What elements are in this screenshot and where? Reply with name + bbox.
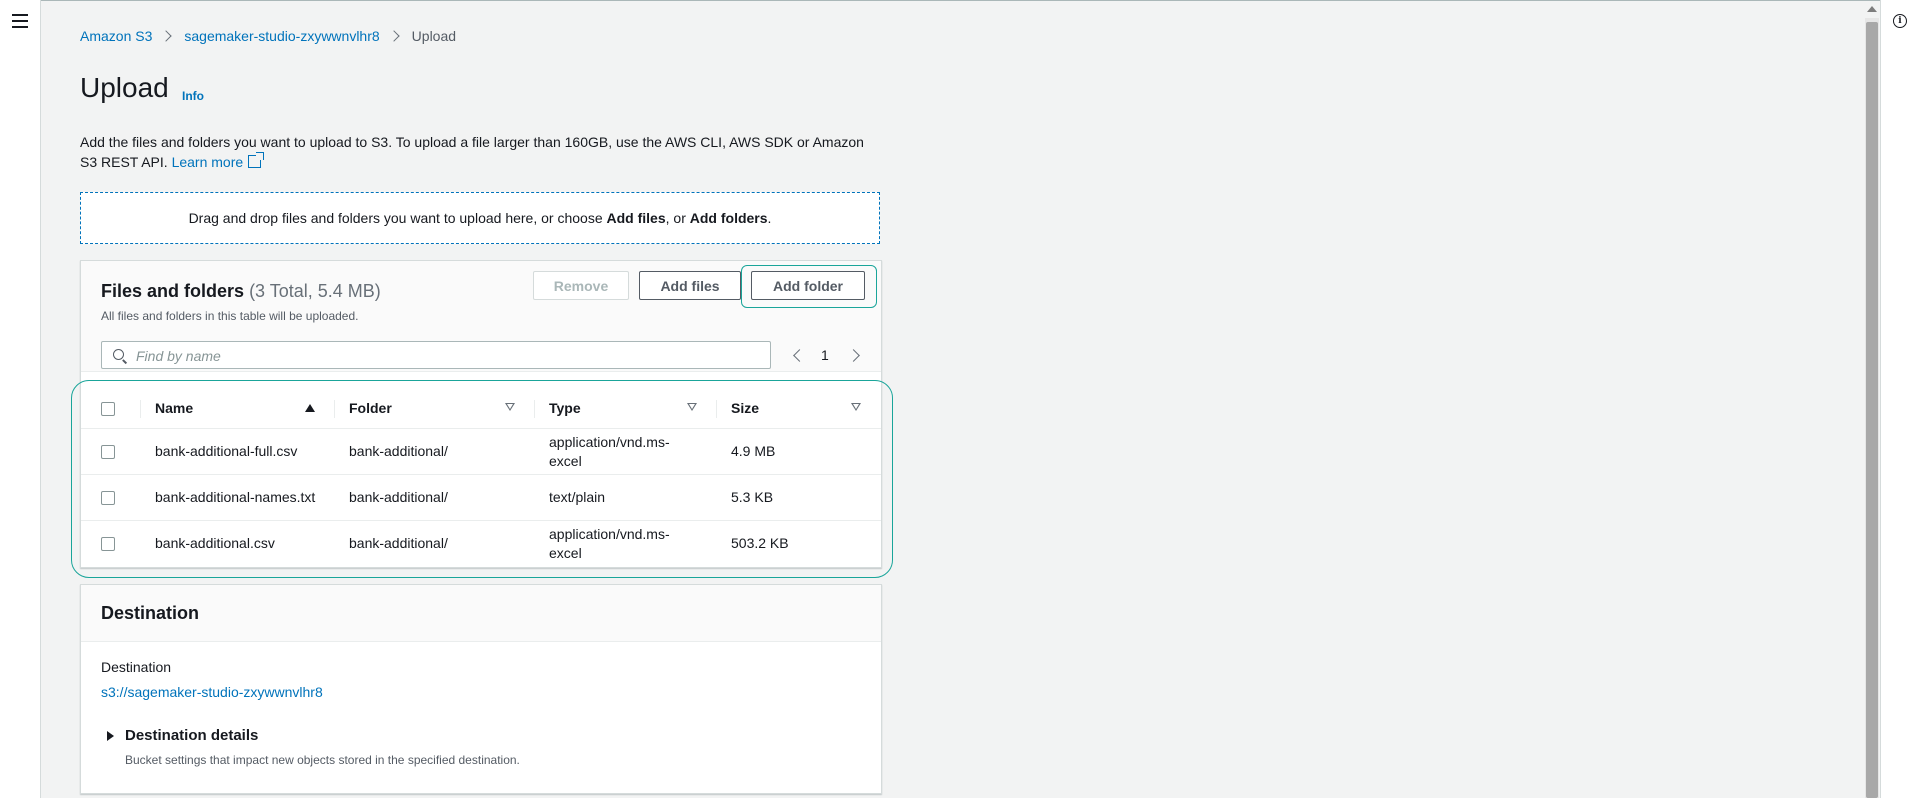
destination-label: Destination bbox=[101, 659, 172, 675]
files-panel-subtitle: All files and folders in this table will… bbox=[101, 309, 359, 323]
destination-header bbox=[81, 585, 881, 642]
search-box[interactable] bbox=[101, 341, 771, 369]
page-title: Upload bbox=[80, 72, 169, 103]
breadcrumb-bucket[interactable]: sagemaker-studio-zxywwnvlhr8 bbox=[184, 28, 379, 44]
files-table: Name Folder Type Size bank-additional-fu… bbox=[81, 388, 881, 566]
files-count: (3 Total, 5.4 MB) bbox=[249, 281, 381, 301]
select-all-checkbox[interactable] bbox=[101, 402, 115, 417]
add-folder-button[interactable]: Add folder bbox=[751, 271, 865, 300]
column-header-size[interactable]: Size bbox=[717, 388, 881, 429]
left-navigation-bar bbox=[0, 0, 41, 798]
column-header-folder[interactable]: Folder bbox=[335, 388, 535, 429]
search-input[interactable] bbox=[134, 345, 758, 367]
cell-name: bank-additional-names.txt bbox=[141, 474, 335, 521]
cell-type: text/plain bbox=[535, 474, 717, 521]
row-checkbox-cell bbox=[81, 521, 141, 567]
hamburger-menu-icon[interactable] bbox=[12, 14, 28, 28]
page-description: Add the files and folders you want to up… bbox=[80, 132, 880, 172]
cell-type: application/vnd.ms-excel bbox=[549, 525, 670, 561]
destination-title: Destination bbox=[101, 603, 200, 623]
cell-folder: bank-additional/ bbox=[349, 535, 448, 551]
table-header-row: Name Folder Type Size bbox=[81, 388, 881, 429]
cell-type: application/vnd.ms-excel bbox=[535, 428, 717, 475]
cell-name: bank-additional-full.csv bbox=[141, 428, 335, 475]
info-circle-icon[interactable]: i bbox=[1893, 14, 1907, 28]
top-border bbox=[0, 0, 1920, 1]
page-number[interactable]: 1 bbox=[821, 347, 829, 363]
scrollbar-thumb[interactable] bbox=[1866, 22, 1878, 798]
learn-more-label: Learn more bbox=[171, 154, 244, 170]
table-row: bank-additional-names.txt bank-additiona… bbox=[81, 474, 881, 521]
learn-more-link[interactable]: Learn more bbox=[171, 152, 265, 170]
breadcrumb: Amazon S3 sagemaker-studio-zxywwnvlhr8 Upl… bbox=[80, 28, 456, 44]
row-checkbox[interactable] bbox=[101, 491, 115, 506]
destination-uri-link[interactable]: s3://sagemaker-studio-zxywwnvlhr8 bbox=[101, 684, 323, 700]
right-tools-bar: i bbox=[1880, 0, 1920, 798]
cell-folder: bank-additional/ bbox=[335, 474, 535, 521]
external-link-icon bbox=[248, 152, 265, 168]
scrollbar-up-arrow-icon[interactable] bbox=[1867, 6, 1877, 12]
cell-name: bank-additional.csv bbox=[155, 535, 275, 551]
sort-icon bbox=[505, 403, 515, 411]
files-and-folders-panel: Files and folders (3 Total, 5.4 MB) All … bbox=[71, 260, 893, 578]
breadcrumb-current: Upload bbox=[411, 28, 457, 44]
sort-icon bbox=[687, 403, 697, 411]
chevron-right-icon bbox=[388, 30, 400, 42]
destination-details-description: Bucket settings that impact new objects … bbox=[125, 753, 520, 767]
caret-right-icon bbox=[107, 731, 114, 741]
breadcrumb-amazon-s3[interactable]: Amazon S3 bbox=[80, 28, 152, 44]
chevron-right-icon bbox=[160, 30, 173, 42]
files-panel-title: Files and folders (3 Total, 5.4 MB) bbox=[101, 281, 381, 301]
drag-and-drop-zone[interactable]: Drag and drop files and folders you want… bbox=[80, 192, 880, 244]
row-checkbox-cell bbox=[81, 474, 141, 521]
table-row: bank-additional-full.csv bank-additional… bbox=[81, 428, 881, 475]
row-checkbox-cell bbox=[81, 428, 141, 475]
column-header-name[interactable]: Name bbox=[141, 388, 335, 429]
add-files-button[interactable]: Add files bbox=[639, 271, 741, 300]
cell-folder: bank-additional/ bbox=[335, 428, 535, 475]
cell-size: 5.3 KB bbox=[717, 474, 881, 521]
sort-icon bbox=[851, 403, 861, 411]
table-row: bank-additional.csv bank-additional/ app… bbox=[81, 521, 881, 567]
sort-ascending-icon bbox=[305, 404, 315, 412]
destination-details-title: Destination details bbox=[125, 727, 259, 744]
row-checkbox[interactable] bbox=[101, 537, 115, 552]
remove-button[interactable]: Remove bbox=[533, 271, 629, 300]
search-icon bbox=[113, 349, 124, 360]
info-link[interactable]: Info bbox=[182, 89, 204, 103]
cell-size: 503.2 KB bbox=[731, 535, 789, 551]
column-header-type[interactable]: Type bbox=[535, 388, 717, 429]
dropzone-text: Drag and drop files and folders you want… bbox=[188, 210, 772, 226]
row-checkbox[interactable] bbox=[101, 445, 115, 460]
header-checkbox-cell bbox=[81, 388, 141, 429]
cell-size: 4.9 MB bbox=[717, 428, 881, 475]
destination-panel: Destination Destination s3://sagemaker-s… bbox=[80, 584, 882, 794]
